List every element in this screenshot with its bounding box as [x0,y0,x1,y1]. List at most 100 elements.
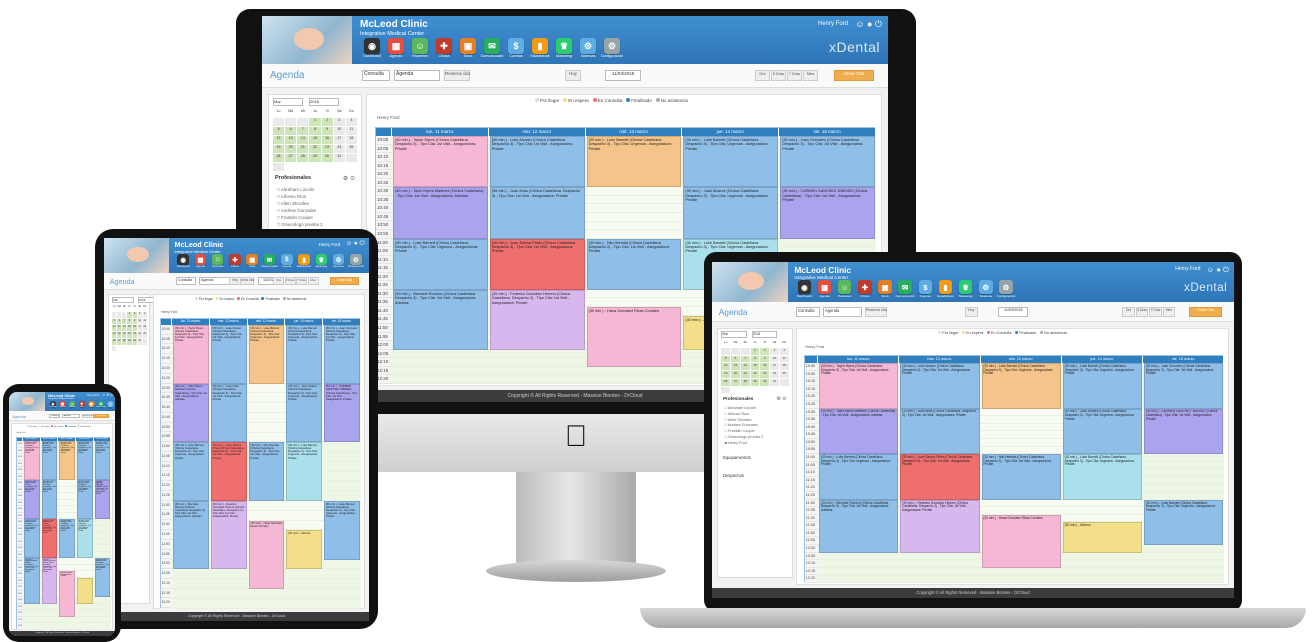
appointment-card[interactable]: (30 min.) - Bernabé Romero (Clínica Cast… [819,499,899,553]
calendar-day[interactable]: 14 [297,136,309,144]
view-2-button[interactable]: 7 Días [296,276,308,285]
toolbar-pacientes-button[interactable]: ☺ Pacientes [835,280,855,298]
calendar-day[interactable]: 18 [345,136,357,144]
view-2-button[interactable]: 7 Días [787,70,802,81]
appointment-card[interactable]: (30 min.) - Juan Arias (Clínica Castella… [41,480,58,520]
calendar-day[interactable]: 1 [750,347,760,355]
toolbar-clinica-button[interactable]: ✚ Clínica [226,253,243,268]
calendar-day[interactable]: 8 [750,355,760,363]
toolbar-marketing-button[interactable]: ♛ Marketing [313,253,330,268]
year-select[interactable]: 2018 [751,331,777,338]
calendar-day[interactable]: 17 [333,136,345,144]
calendar-day[interactable]: 20 [117,332,122,338]
calendar-day[interactable]: 13 [731,363,740,371]
toolbar-comunicacion-button[interactable]: ✉ Comunicación [895,280,915,298]
calendar-day[interactable]: 2 [760,347,770,355]
calendar-day[interactable]: 18 [142,325,147,332]
calendar-day[interactable]: 19 [273,145,285,153]
appointment-card[interactable]: (30 min.) - CARMEN SANCHEZ JIMENEZ (Clín… [1144,408,1224,455]
calendar-day[interactable]: 6 [285,127,297,135]
appointment-card[interactable]: (30 min.) - Alfonso [286,530,323,570]
professional-item[interactable]: □ Allen Shroden [277,201,309,206]
appointment-card[interactable]: (30 min.) - Juan Gonzalez (Clínica Caste… [1144,363,1224,409]
view-2-button[interactable]: 7 Días [1149,307,1162,317]
calendar-day[interactable]: 10 [137,318,142,325]
toolbar-comunicacion-button[interactable]: ✉ Comunicación [261,253,278,268]
today-button[interactable]: Hoy [565,70,581,81]
appointment-card[interactable]: (30 min.) - Juan Gonzalez (Clínica Caste… [94,441,111,481]
professional-item[interactable]: □ Ginecólogo prueba 2 [725,435,763,439]
calendar-day[interactable]: 27 [117,338,122,345]
calendar-day[interactable]: 4 [142,311,147,318]
today-button[interactable]: Hoy [964,307,979,317]
calendar-day[interactable]: 22 [309,145,321,153]
calendar-day[interactable]: 11 [142,318,147,325]
calendar-day[interactable]: 20 [285,145,297,153]
crear-cita-button[interactable]: Crear Cita [330,276,359,285]
calendar-day[interactable]: 27 [731,378,740,386]
toolbar-agenda-button[interactable]: ▦ Agenda [384,38,408,58]
calendar-day[interactable]: 11 [779,355,789,363]
calendar-day[interactable]: 23 [132,332,137,338]
user-icons[interactable]: ☺ ● ⏻ [102,393,113,397]
appointment-card[interactable]: (30 min.) - Juan Gonzalez (Clínica Caste… [780,136,875,188]
appointment-card[interactable]: (30 min.) - CARMEN SANCHEZ JIMENEZ (Clín… [780,187,875,239]
toolbar-clinica-button[interactable]: ✚ Clínica [432,38,456,58]
appointment-card[interactable]: (30 min.) - Taylor Myers (Clínica Castel… [393,136,488,188]
toolbar-marketing-button[interactable]: ♛ Marketing [552,38,576,58]
crear-cita-button[interactable]: Crear Cita [1188,307,1223,317]
calendar-day[interactable] [721,386,731,394]
user-name[interactable]: Henry Ford [87,394,99,397]
calendar-day[interactable]: 4 [345,118,357,126]
calendar-day[interactable] [122,311,127,318]
agenda-select[interactable]: Agenda [394,70,440,81]
calendar-day[interactable]: 19 [721,371,731,378]
toolbar-sistemas-button[interactable]: ⚙ Sistemas [976,280,996,298]
appointment-card[interactable]: (30 min.) - Federico Gonzalez Herrero (C… [210,500,247,570]
toolbar-agenda-button[interactable]: ▦ Agenda [192,253,209,268]
calendar-day[interactable]: 4 [779,347,789,355]
toolbar-dashboard-button[interactable]: ◉ Dashboard [48,400,58,408]
calendar-day[interactable]: 15 [750,363,760,371]
calendar-day[interactable]: 24 [333,145,345,153]
appointment-card[interactable]: (30 min.) - Luke Barnett (Clínica Castel… [286,442,323,501]
calendar-day[interactable] [285,118,297,126]
professional-item[interactable]: □ Abraham Lincoln [725,406,756,410]
calendar-day[interactable]: 7 [297,127,309,135]
appointment-card[interactable]: (30 min.) - Juan Santos Prieto (Clínica … [900,454,980,500]
calendar-day[interactable]: 17 [137,325,142,332]
appointment-card[interactable]: (30 min.) - Alfonso [77,577,93,604]
consulta-select[interactable]: Consulta [362,70,390,81]
appointment-card[interactable]: (30 min.) - Luke Barnett (Clínica Castel… [23,519,40,559]
calendar-day[interactable]: 16 [132,325,137,332]
view-3-button[interactable]: Mes [1162,307,1176,317]
calendar-day[interactable]: 2 [321,118,333,126]
toolbar-clinica-button[interactable]: ✚ Clínica [77,400,87,408]
appointment-card[interactable]: (30 min.) - Luke Barnett (Clínica Castel… [1062,454,1142,500]
professional-item[interactable]: □ Allen Shroden [725,418,752,422]
appointment-card[interactable]: (30 min.) - Federico Gonzalez Herrero (C… [41,558,58,604]
calendar-day[interactable]: 26 [273,154,285,162]
appointment-card[interactable]: (30 min.) - Juan Santos Prieto (Clínica … [210,442,247,501]
toolbar-configuracion-button[interactable]: ⚙ Configuración [347,253,364,268]
calendar-day[interactable]: 10 [770,355,779,363]
calendar-day[interactable]: 24 [137,332,142,338]
calendar-day[interactable]: 6 [731,355,740,363]
reserva-cita-button[interactable]: Reserva cita [444,70,470,81]
appointment-card[interactable]: (30 min.) - Nilo Heredia (Clínica Castel… [981,454,1061,500]
calendar-day[interactable]: 14 [122,325,127,332]
calendar-day[interactable]: 23 [760,371,770,378]
view-3-button[interactable]: Mes [803,70,818,81]
appointment-card[interactable]: (30 min.) - Hana Gonzalez Rivas Corrales [248,520,285,589]
toolbar-configuracion-button[interactable]: ⚙ Configuración [600,38,624,58]
toolbar-marketing-button[interactable]: ♛ Marketing [956,280,976,298]
crear-cita-button[interactable]: Crear Cita [834,70,874,81]
reserva-cita-button[interactable]: Reserva cita [81,413,93,418]
appointment-card[interactable]: (30 min.) - Tailor Myers Martinez (Clíni… [819,408,899,455]
calendar-day[interactable] [273,118,285,126]
calendar-day[interactable]: 28 [297,154,309,162]
appointment-card[interactable]: (30 min.) - Luke Barnett (Clínica Castel… [248,324,285,384]
calendar-day[interactable]: 21 [297,145,309,153]
professionals-controls-icon[interactable]: ⚙ ⊙ [776,396,786,402]
toolbar-sistemas-button[interactable]: ⚙ Sistemas [576,38,600,58]
